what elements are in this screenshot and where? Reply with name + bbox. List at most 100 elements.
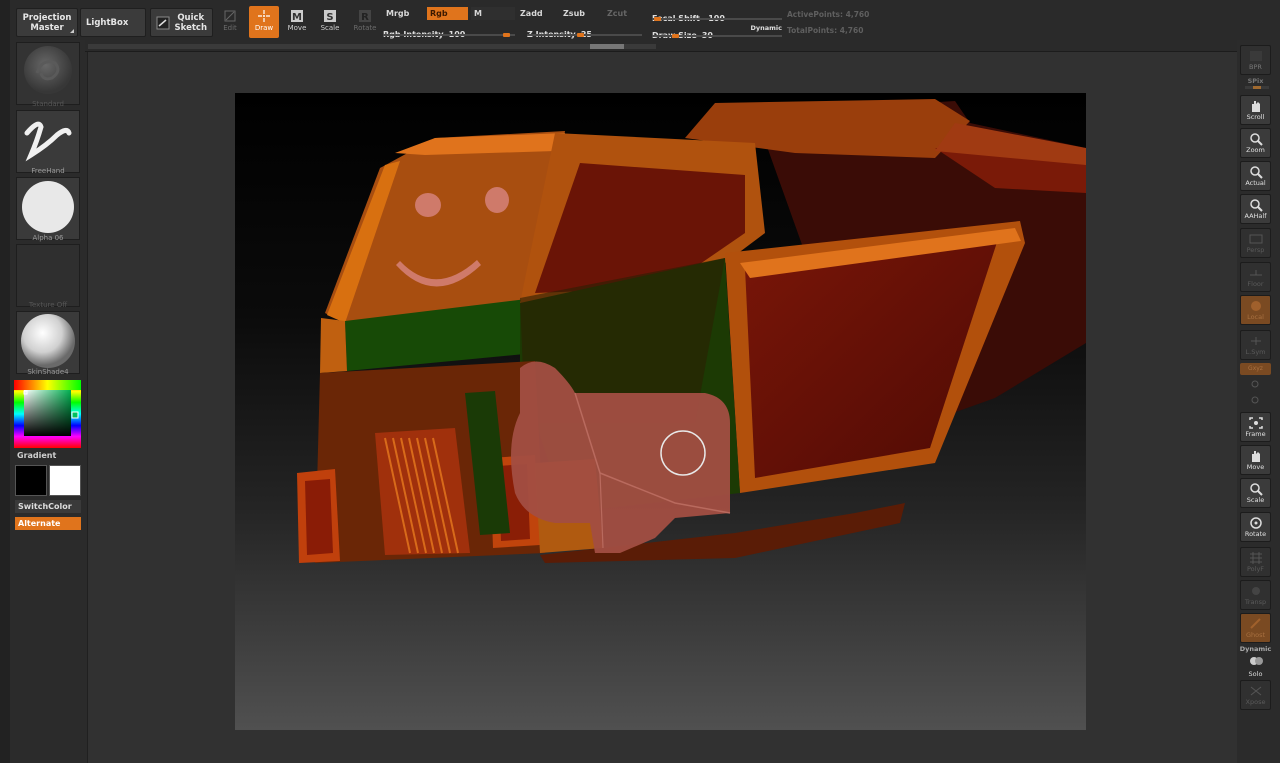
material-label: SkinShade4 <box>27 368 69 376</box>
frame-label: Frame <box>1245 430 1266 438</box>
move-tool-button[interactable]: M Move <box>282 6 312 38</box>
bpr-icon <box>1249 51 1262 61</box>
standard-brush-icon <box>24 46 72 94</box>
persp-label: Persp <box>1246 246 1265 254</box>
actual-button[interactable]: Actual <box>1240 161 1271 191</box>
bpr-button[interactable]: BPR <box>1240 45 1271 75</box>
aahalf-button[interactable]: AAHalf <box>1240 194 1271 224</box>
stroke-selector[interactable] <box>16 110 80 173</box>
zoom-button[interactable]: Zoom <box>1240 128 1271 158</box>
spix-label: SPix <box>1247 77 1264 85</box>
gradient-label: Gradient <box>17 451 57 460</box>
left-shelf: Standard FreeHand Alpha 06 Texture Off S… <box>10 40 85 763</box>
material-selector[interactable] <box>16 311 80 374</box>
xpose-label: Xpose <box>1245 698 1266 706</box>
rgb-intensity-slider[interactable]: Rgb Intensity 100 <box>383 22 515 39</box>
scale-tool-button[interactable]: S Scale <box>315 6 345 38</box>
scale-view-icon <box>1249 483 1263 496</box>
switch-color-button[interactable]: SwitchColor <box>15 500 81 513</box>
lsym-label: L.Sym <box>1245 348 1266 356</box>
model-viewport[interactable] <box>235 93 1086 730</box>
alpha-icon <box>22 181 74 233</box>
total-points: TotalPoints: 4,760 <box>787 26 863 35</box>
move-tool-label: Move <box>287 24 307 32</box>
xpose-icon <box>1250 686 1261 696</box>
rgb-toggle[interactable]: Rgb <box>427 7 468 20</box>
rotate-view-icon <box>1249 517 1262 529</box>
zcut-toggle[interactable]: Zcut <box>604 7 644 20</box>
freehand-stroke-icon <box>24 121 72 162</box>
zsub-toggle[interactable]: Zsub <box>560 7 600 20</box>
zadd-toggle[interactable]: Zadd <box>517 7 557 20</box>
active-points-value: 4,760 <box>845 10 870 19</box>
alternate-button[interactable]: Alternate <box>15 517 81 530</box>
move-view-button[interactable]: Move <box>1240 445 1271 475</box>
edit-tool-label: Edit <box>223 24 237 32</box>
scale-view-button[interactable]: Scale <box>1240 478 1271 508</box>
svg-text:R: R <box>361 12 369 23</box>
xyz-toggle[interactable]: Gxyz <box>1240 363 1271 375</box>
rotate-y-icon <box>1251 380 1259 404</box>
mrgb-toggle[interactable]: Mrgb <box>383 7 425 20</box>
color-wheel[interactable] <box>14 380 81 448</box>
main-color-swatch[interactable] <box>15 465 47 496</box>
persp-button[interactable]: Persp <box>1240 228 1271 258</box>
total-points-value: 4,760 <box>839 26 864 35</box>
transp-button[interactable]: Transp <box>1240 580 1271 610</box>
rotate-tool-button[interactable]: R Rotate <box>350 6 380 38</box>
dynamic-toggle[interactable]: Dynamic <box>750 24 782 32</box>
ghost-button[interactable]: Ghost <box>1240 613 1271 643</box>
quick-sketch-icon <box>156 16 170 30</box>
dropdown-corner-icon <box>70 29 74 33</box>
brush-selector[interactable] <box>16 42 80 105</box>
local-icon <box>1250 301 1261 311</box>
quick-sketch-line1: Quick <box>177 12 205 23</box>
texture-selector[interactable] <box>16 244 80 307</box>
frame-button[interactable]: Frame <box>1240 412 1271 442</box>
z-intensity-slider[interactable]: Z Intensity 25 <box>527 22 642 39</box>
floor-button[interactable]: Floor <box>1240 262 1271 292</box>
document-viewport[interactable] <box>235 93 1086 730</box>
polyf-button[interactable]: PolyF <box>1240 547 1271 577</box>
toolbar-scroll-thumb[interactable] <box>590 44 624 49</box>
lightbox-label: LightBox <box>86 17 129 28</box>
color-picker[interactable] <box>14 380 81 448</box>
lightbox-button[interactable]: LightBox <box>80 8 146 37</box>
alpha-selector[interactable] <box>16 177 80 240</box>
perspective-icon <box>1249 234 1262 244</box>
solo-button[interactable]: Solo <box>1240 652 1271 678</box>
secondary-color-swatch[interactable] <box>49 465 81 496</box>
quick-sketch-button[interactable]: Quick Sketch <box>150 8 213 37</box>
active-points: ActivePoints: 4,760 <box>787 10 869 19</box>
draw-icon <box>258 10 270 22</box>
scroll-button[interactable]: Scroll <box>1240 95 1271 125</box>
projection-master-line2: Master <box>30 22 64 33</box>
xyz-label: Gxyz <box>1248 365 1263 372</box>
stroke-label: FreeHand <box>31 167 65 175</box>
texture-label: Texture Off <box>28 301 68 309</box>
rotate-icon: R <box>359 10 371 23</box>
local-button[interactable]: Local <box>1240 295 1271 325</box>
alpha-label: Alpha 06 <box>32 234 64 242</box>
lsym-button[interactable]: L.Sym <box>1240 330 1271 360</box>
scale-view-label: Scale <box>1246 496 1265 504</box>
projection-master-button[interactable]: Projection Master <box>16 8 78 37</box>
xpose-button[interactable]: Xpose <box>1240 680 1271 710</box>
draw-size-slider[interactable]: Draw Size 30 Dynamic <box>652 23 782 40</box>
left-edge-strip <box>0 0 10 763</box>
scale-icon: S <box>324 10 336 23</box>
rotate-view-label: Rotate <box>1244 530 1267 538</box>
bpr-label: BPR <box>1249 63 1262 71</box>
material-sphere-icon <box>21 314 75 368</box>
m-toggle[interactable]: M <box>471 7 515 20</box>
draw-tool-button[interactable]: Draw <box>249 6 279 38</box>
solo-icon <box>1249 657 1263 665</box>
spix-slider[interactable] <box>1245 86 1269 89</box>
toolbar-scrollbar[interactable] <box>88 44 656 49</box>
local-label: Local <box>1247 313 1264 321</box>
polyframe-icon <box>1249 552 1262 564</box>
edit-tool-button[interactable]: Edit <box>215 6 245 38</box>
focal-shift-slider[interactable]: Focal Shift -100 <box>652 6 782 23</box>
actual-size-icon <box>1249 166 1263 179</box>
rotate-view-button[interactable]: Rotate <box>1240 512 1271 542</box>
